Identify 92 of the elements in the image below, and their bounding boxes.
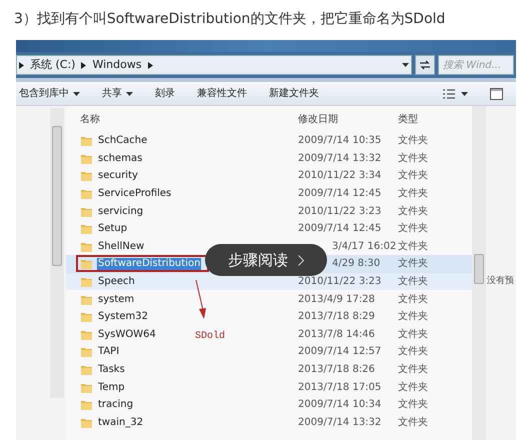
breadcrumb-item[interactable]: Windows [92, 56, 142, 74]
file-name: Tasks [98, 363, 125, 378]
file-type: 文件夹 [397, 380, 428, 395]
step-reading-toast[interactable]: 步骤阅读 [205, 244, 327, 276]
vertical-scrollbar[interactable] [50, 108, 64, 398]
search-field[interactable]: 搜索 Wind... [438, 55, 514, 75]
annotation-arrow [194, 280, 208, 320]
column-header[interactable]: 名称 [66, 112, 292, 126]
breadcrumb-arrow-icon [148, 62, 153, 68]
file-name: TAPI [98, 345, 120, 360]
step-heading: 3）找到有个叫SoftwareDistribution的文件夹，把它重命名为SDold [14, 11, 446, 27]
file-name: servicing [98, 204, 144, 219]
rename-field[interactable]: SoftwareDistribution [97, 258, 202, 270]
modified-date: 2013/7/8 14:46 [298, 328, 375, 340]
refresh-button[interactable] [415, 55, 435, 75]
file-type: 文件夹 [397, 292, 428, 307]
modified-date: 2013/7/18 8:29 [298, 311, 375, 322]
file-type: 文件夹 [397, 274, 428, 290]
toolbar-menu-button[interactable]: 新建文件夹 [269, 86, 319, 101]
file-type: 文件夹 [397, 398, 428, 412]
file-type: 文件夹 [397, 362, 428, 378]
caret-icon [126, 92, 133, 96]
file-type: 文件夹 [397, 134, 428, 148]
modified-date: 2010/11/22 3:23 [298, 276, 382, 288]
folder-icon [80, 169, 93, 182]
folder-icon [80, 310, 93, 324]
file-type: 文件夹 [397, 152, 428, 166]
breadcrumb-arrow-icon [81, 62, 86, 68]
file-type: 文件夹 [397, 186, 428, 202]
toolbar-menu-button[interactable]: 包含到库中 [19, 86, 80, 101]
modified-date: 2010/11/22 3:23 [298, 206, 382, 217]
file-name: SchCache [98, 134, 148, 148]
folder-icon [80, 222, 93, 236]
annotation-text: SDold [195, 330, 226, 344]
folder-icon [80, 398, 93, 412]
caret-icon [461, 92, 468, 96]
modified-date: 4/29 8:30 [332, 258, 380, 270]
toolbar-menu-button[interactable]: 兼容性文件 [197, 86, 247, 101]
file-name: SysWOW64 [98, 328, 156, 342]
modified-date: 2009/7/14 13:32 [298, 152, 382, 164]
list-view-icon [443, 88, 455, 98]
selected-file-row[interactable]: Speech 2010/11/22 3:23 文件夹 [66, 272, 472, 290]
column-header[interactable]: 修改日期 [292, 112, 392, 126]
file-type: 文件夹 [397, 168, 428, 184]
file-type: 文件夹 [397, 256, 428, 272]
modified-date: 2010/11/22 3:34 [298, 170, 382, 182]
file-name: twain_32 [98, 416, 144, 430]
file-name: Setup [98, 222, 128, 236]
folder-icon [80, 363, 93, 376]
modified-date: 2013/4/9 17:28 [298, 294, 375, 305]
file-name: tracing [98, 398, 134, 412]
file-name: system [98, 292, 134, 307]
modified-date: 2009/7/14 13:32 [298, 416, 382, 428]
file-name: ServiceProfiles [98, 187, 172, 202]
toolbar-menu-button[interactable]: 共享 [102, 86, 133, 101]
file-type: 文件夹 [397, 204, 428, 219]
file-type: 文件夹 [397, 310, 428, 324]
toolbar-menu-button[interactable]: 刻录 [155, 86, 175, 101]
vertical-scrollbar[interactable] [472, 106, 486, 440]
folder-icon [80, 134, 93, 148]
modified-date: 2009/7/14 10:35 [298, 135, 382, 146]
modified-date: 3/4/17 16:02 [332, 240, 396, 252]
preview-pane-icon[interactable] [490, 88, 503, 100]
file-type: 文件夹 [397, 344, 428, 360]
breadcrumb-item[interactable]: 系统 (C:) [30, 56, 76, 74]
caret-icon [73, 92, 80, 96]
folder-icon [80, 275, 93, 288]
file-type: 文件夹 [397, 416, 428, 430]
column-header[interactable]: 类型 [392, 112, 472, 126]
caret-icon [402, 63, 409, 67]
modified-date: 2013/7/18 17:05 [298, 382, 382, 393]
preview-message: 没有预 [487, 276, 514, 286]
modified-date: 2009/7/14 12:57 [298, 346, 382, 358]
folder-icon [80, 345, 93, 358]
file-name: Temp [98, 380, 125, 395]
breadcrumb-arrow-icon [19, 62, 24, 68]
file-name: ShellNew [98, 240, 144, 254]
file-name: schemas [98, 152, 142, 166]
file-type: 文件夹 [397, 328, 428, 342]
file-name: security [98, 169, 138, 184]
refresh-icon [419, 60, 431, 70]
modified-date: 2013/7/18 8:26 [298, 364, 375, 376]
folder-icon [80, 187, 93, 200]
chevron-right-icon [298, 254, 304, 266]
view-options-button[interactable] [443, 88, 468, 98]
file-name: Speech [98, 275, 135, 290]
folder-icon [80, 257, 93, 270]
modified-date: 2009/7/14 12:45 [298, 188, 382, 200]
file-name: System32 [98, 310, 148, 324]
file-type: 文件夹 [397, 222, 428, 236]
modified-date: 2009/7/14 10:34 [298, 399, 382, 410]
modified-date: 2009/7/14 12:45 [298, 223, 382, 234]
